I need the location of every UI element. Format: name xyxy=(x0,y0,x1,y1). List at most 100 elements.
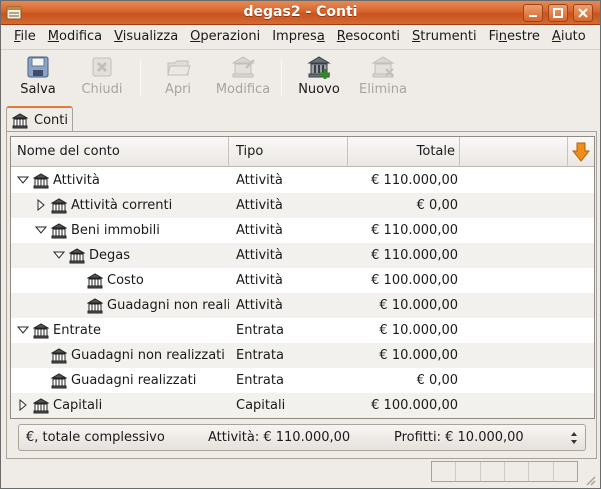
maximize-icon xyxy=(553,8,563,18)
close-window-button[interactable] xyxy=(573,4,593,22)
close-button[interactable]: Chiudi xyxy=(79,54,125,102)
menu-business[interactable]: Impresa xyxy=(266,25,331,48)
resize-grip-icon[interactable] xyxy=(584,474,596,486)
close-label: Chiudi xyxy=(81,82,123,97)
bank-account-icon xyxy=(51,373,67,389)
menu-bar: File Modifica Visualizza Operazioni Impr… xyxy=(1,25,600,48)
tree-row[interactable]: Costo Attività € 100.000,00 xyxy=(11,268,594,293)
spinner-arrows-icon[interactable] xyxy=(569,430,579,446)
maximize-button[interactable] xyxy=(548,4,568,22)
progress-bar xyxy=(431,461,578,482)
account-type: Entrata xyxy=(236,348,284,363)
new-account-icon xyxy=(307,56,331,79)
account-total: € 100.000,00 xyxy=(371,398,458,413)
account-total: € 10.000,00 xyxy=(379,298,458,313)
summary-assets: Attività: € 110.000,00 xyxy=(208,430,351,445)
tree-row[interactable]: Degas Attività € 110.000,00 xyxy=(11,243,594,268)
menu-actions[interactable]: Operazioni xyxy=(184,25,266,48)
tree-row[interactable]: Guadagni non realizzati Attività € 10.000,… xyxy=(11,293,594,318)
account-total: € 0,00 xyxy=(416,373,458,388)
account-type: Entrata xyxy=(236,323,284,338)
bank-account-icon xyxy=(51,348,67,364)
bank-account-icon xyxy=(12,113,28,129)
menu-reports[interactable]: Resoconti xyxy=(331,25,406,48)
minimize-button[interactable] xyxy=(523,4,543,22)
account-name: Attività correnti xyxy=(71,198,173,213)
expander-open-icon[interactable] xyxy=(53,249,65,261)
menu-help[interactable]: Aiuto xyxy=(546,25,592,48)
account-name-cell: Capitali xyxy=(11,398,229,416)
account-name: Capitali xyxy=(53,398,103,413)
account-name-cell: Entrate xyxy=(11,323,229,341)
expander-closed-icon[interactable] xyxy=(35,199,47,211)
account-name: Guadagni realizzati xyxy=(71,373,197,388)
account-total: € 10.000,00 xyxy=(379,323,458,338)
summary-label: €, totale complessivo xyxy=(26,430,165,445)
menu-edit[interactable]: Modifica xyxy=(42,25,108,48)
account-name: Entrate xyxy=(53,323,101,338)
account-total: € 0,00 xyxy=(416,198,458,213)
tree-row[interactable]: Beni immobili Attività € 110.000,00 xyxy=(11,218,594,243)
account-tree[interactable]: Nome del conto Tipo Totale Attività Attiv… xyxy=(10,136,595,419)
open-button[interactable]: Apri xyxy=(158,54,198,102)
account-type: Attività xyxy=(236,248,283,263)
edit-button[interactable]: Modifica xyxy=(214,54,272,102)
open-label: Apri xyxy=(164,82,192,97)
delete-button[interactable]: Elimina xyxy=(357,54,409,102)
toolbar-separator xyxy=(281,60,282,96)
account-type: Attività xyxy=(236,173,283,188)
tab-accounts[interactable]: Conti xyxy=(6,106,73,134)
account-total: € 10.000,00 xyxy=(379,348,458,363)
edit-account-icon xyxy=(231,56,255,78)
tree-row[interactable]: Attività Attività € 110.000,00 xyxy=(11,168,594,193)
column-header-name[interactable]: Nome del conto xyxy=(11,137,229,167)
new-label: Nuovo xyxy=(298,82,340,97)
column-header-type[interactable]: Tipo xyxy=(229,137,348,167)
account-name: Guadagni non realizzati xyxy=(71,348,225,363)
tree-row[interactable]: Attività correnti Attività € 0,00 xyxy=(11,193,594,218)
account-name: Costo xyxy=(107,273,144,288)
menu-tools[interactable]: Strumenti xyxy=(406,25,483,48)
menu-windows[interactable]: Finestre xyxy=(483,25,546,48)
bank-account-icon xyxy=(33,323,49,339)
account-total: € 110.000,00 xyxy=(371,248,458,263)
account-total: € 100.000,00 xyxy=(371,273,458,288)
account-type: Capitali xyxy=(236,398,286,413)
account-type: Attività xyxy=(236,223,283,238)
down-arrow-icon xyxy=(572,142,590,162)
column-header-total[interactable]: Totale xyxy=(348,137,460,167)
tree-row[interactable]: Guadagni non realizzati Entrata € 10.000,0… xyxy=(11,343,594,368)
accounts-panel: Nome del conto Tipo Totale Attività Attiv… xyxy=(6,131,597,459)
account-name: Degas xyxy=(89,248,130,263)
menu-file[interactable]: File xyxy=(8,25,42,48)
tree-row[interactable]: Capitali Capitali € 100.000,00 xyxy=(11,393,594,418)
expander-open-icon[interactable] xyxy=(17,174,29,186)
title-bar[interactable]: degas2 - Conti xyxy=(1,1,600,25)
expander-open-icon[interactable] xyxy=(35,224,47,236)
account-name-cell: Attività correnti xyxy=(11,198,229,216)
expander-closed-icon[interactable] xyxy=(17,399,29,411)
toolbar-separator xyxy=(140,60,141,96)
column-selector-button[interactable] xyxy=(568,137,594,167)
edit-label: Modifica xyxy=(215,82,271,97)
bank-account-icon xyxy=(51,223,67,239)
account-type: Attività xyxy=(236,298,283,313)
save-label: Salva xyxy=(20,82,56,97)
account-name-cell: Costo xyxy=(11,273,229,291)
account-type: Attività xyxy=(236,198,283,213)
bank-account-icon xyxy=(69,248,85,264)
tree-row[interactable]: Guadagni realizzati Entrata € 0,00 xyxy=(11,368,594,393)
save-button[interactable]: Salva xyxy=(15,54,61,102)
menu-view[interactable]: Visualizza xyxy=(108,25,184,48)
delete-label: Elimina xyxy=(359,82,407,97)
close-page-icon xyxy=(92,57,112,77)
expander-open-icon[interactable] xyxy=(17,324,29,336)
new-account-button[interactable]: Nuovo xyxy=(296,54,342,102)
toolbar: Salva Chiudi Apri Modifica Nuovo Elimina xyxy=(1,49,600,103)
status-bar xyxy=(1,461,600,488)
account-total: € 110.000,00 xyxy=(371,173,458,188)
delete-account-icon xyxy=(371,56,395,78)
summary-bar[interactable]: €, totale complessivo Attività: € 110.00… xyxy=(18,424,586,451)
tree-row[interactable]: Entrate Entrata € 10.000,00 xyxy=(11,318,594,343)
floppy-disk-icon xyxy=(27,56,49,78)
